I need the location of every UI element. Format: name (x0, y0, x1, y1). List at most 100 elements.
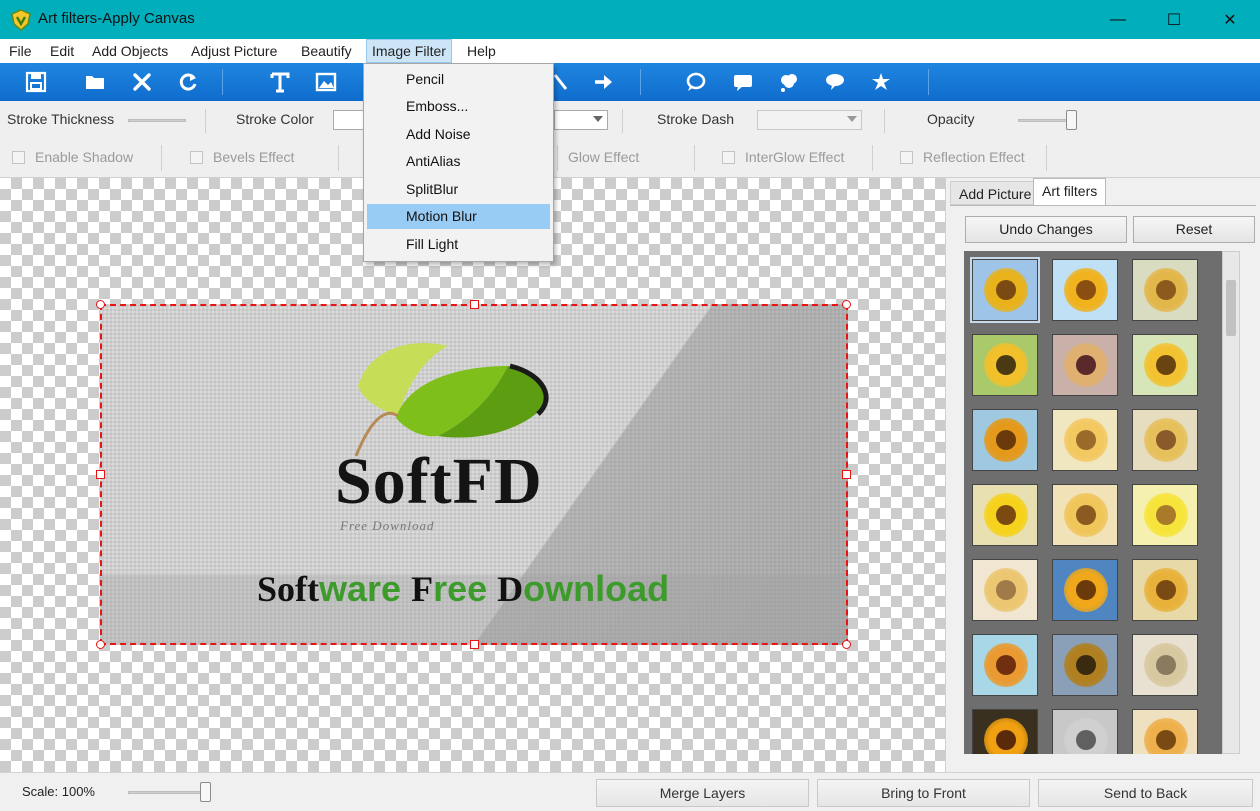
undo-changes-button[interactable]: Undo Changes (965, 216, 1127, 243)
stroke-thickness-slider[interactable] (128, 119, 186, 122)
filter-thumbnail[interactable] (972, 709, 1038, 754)
filter-thumbnail[interactable] (1132, 709, 1198, 754)
open-folder-icon[interactable] (80, 67, 110, 97)
sunflower-center (1156, 655, 1176, 675)
scale-slider-thumb[interactable] (200, 782, 211, 802)
resize-handle-top[interactable] (470, 300, 479, 309)
menu-edit[interactable]: Edit (45, 39, 79, 63)
filter-thumbnail[interactable] (972, 334, 1038, 396)
tab-add-picture[interactable]: Add Picture (950, 181, 1041, 205)
filter-antialias[interactable]: AntiAlias (367, 149, 550, 174)
scale-label: Scale: 100% (22, 784, 95, 799)
menu-file[interactable]: File (4, 39, 37, 63)
filter-splitblur[interactable]: SplitBlur (367, 177, 550, 202)
sunflower-center (996, 355, 1016, 375)
reflection-effect-checkbox[interactable] (900, 151, 913, 164)
minimize-button[interactable]: — (1090, 0, 1146, 39)
round-bubble-icon[interactable] (820, 67, 850, 97)
resize-handle-top-left[interactable] (96, 300, 105, 309)
reset-button[interactable]: Reset (1133, 216, 1255, 243)
filter-thumbnail[interactable] (970, 257, 1040, 323)
filter-thumbnail[interactable] (1052, 334, 1118, 396)
tab-art-filters[interactable]: Art filters (1033, 178, 1107, 206)
sunflower-center (1156, 280, 1176, 300)
filter-thumbnail[interactable] (1132, 409, 1198, 471)
resize-handle-bottom-right[interactable] (842, 640, 851, 649)
sunflower-center (1156, 355, 1176, 375)
stroke-thickness-label: Stroke Thickness (7, 111, 115, 127)
filter-thumbnail[interactable] (1132, 334, 1198, 396)
reflection-effect-label: Reflection Effect (923, 149, 1025, 165)
filter-pencil[interactable]: Pencil (367, 67, 550, 92)
resize-handle-bottom-left[interactable] (96, 640, 105, 649)
stroke-color-label: Stroke Color (236, 111, 314, 127)
text-icon[interactable] (265, 67, 295, 97)
stroke-color-picker[interactable] (333, 110, 365, 130)
filter-thumbnail[interactable] (972, 634, 1038, 696)
sunflower-center (1156, 730, 1176, 750)
separator (205, 109, 206, 133)
filter-thumbnail[interactable] (972, 559, 1038, 621)
filter-thumbnail[interactable] (1132, 634, 1198, 696)
scrollbar-thumb[interactable] (1226, 280, 1236, 336)
menu-add-objects[interactable]: Add Objects (87, 39, 173, 63)
rect-bubble-icon[interactable] (728, 67, 758, 97)
menu-help[interactable]: Help (462, 39, 501, 63)
stroke-dash-combo[interactable] (757, 110, 862, 130)
filter-motion-blur[interactable]: Motion Blur (367, 204, 550, 229)
interglow-effect-checkbox[interactable] (722, 151, 735, 164)
stroke-color-combo[interactable] (554, 110, 608, 130)
delete-icon[interactable] (127, 67, 157, 97)
resize-handle-left[interactable] (96, 470, 105, 479)
sunflower-center (1156, 430, 1176, 450)
filter-thumbnail[interactable] (972, 484, 1038, 546)
title-bar: Art filters-Apply Canvas — ☐ ✕ (0, 0, 1260, 39)
resize-handle-top-right[interactable] (842, 300, 851, 309)
refresh-icon[interactable] (173, 67, 203, 97)
icon-toolbar (0, 63, 1260, 101)
menu-image-filter[interactable]: Image Filter (366, 39, 452, 63)
merge-layers-button[interactable]: Merge Layers (596, 779, 809, 807)
stroke-dash-label: Stroke Dash (657, 111, 735, 127)
bevels-effect-checkbox[interactable] (190, 151, 203, 164)
cloud-bubble-icon[interactable] (774, 67, 804, 97)
separator (884, 109, 885, 133)
drawing-canvas[interactable]: SoftFD Free Download Software Free Downl… (0, 178, 945, 772)
menu-beautify[interactable]: Beautify (296, 39, 357, 63)
filter-thumbnail[interactable] (1052, 559, 1118, 621)
app-logo-icon (11, 9, 31, 31)
thumbnail-scrollbar[interactable] (1222, 251, 1240, 754)
filter-thumbnail[interactable] (1052, 634, 1118, 696)
filter-thumbnail[interactable] (1052, 259, 1118, 321)
close-button[interactable]: ✕ (1202, 0, 1258, 39)
filter-thumbnail[interactable] (972, 409, 1038, 471)
status-bar: Scale: 100% Merge Layers Bring to Front … (0, 772, 1260, 811)
enable-shadow-checkbox[interactable] (12, 151, 25, 164)
properties-panel: Stroke Thickness Stroke Color Stroke Das… (0, 101, 1260, 178)
filter-fill-light[interactable]: Fill Light (367, 232, 550, 257)
maximize-button[interactable]: ☐ (1146, 0, 1202, 39)
filter-thumbnail[interactable] (1052, 484, 1118, 546)
star-shape-icon[interactable] (866, 67, 896, 97)
filter-thumbnail[interactable] (1132, 259, 1198, 321)
arrow-right-icon[interactable] (588, 67, 618, 97)
filter-thumbnail[interactable] (1052, 409, 1118, 471)
sunflower-center (996, 430, 1016, 450)
bring-to-front-button[interactable]: Bring to Front (817, 779, 1030, 807)
filter-thumbnail[interactable] (1052, 709, 1118, 754)
opacity-slider-thumb[interactable] (1066, 110, 1077, 130)
resize-handle-right[interactable] (842, 470, 851, 479)
save-icon[interactable] (21, 67, 51, 97)
filter-emboss[interactable]: Emboss... (367, 94, 550, 119)
filter-thumbnail[interactable] (1132, 484, 1198, 546)
resize-handle-bottom[interactable] (470, 640, 479, 649)
speech-bubble-icon[interactable] (681, 67, 711, 97)
selection-frame[interactable] (96, 300, 851, 649)
menu-adjust-picture[interactable]: Adjust Picture (186, 39, 282, 63)
filter-thumbnail[interactable] (1132, 559, 1198, 621)
sunflower-center (1076, 355, 1096, 375)
image-icon[interactable] (311, 67, 341, 97)
filter-add-noise[interactable]: Add Noise (367, 122, 550, 147)
scale-slider-track[interactable] (128, 791, 208, 794)
send-to-back-button[interactable]: Send to Back (1038, 779, 1253, 807)
